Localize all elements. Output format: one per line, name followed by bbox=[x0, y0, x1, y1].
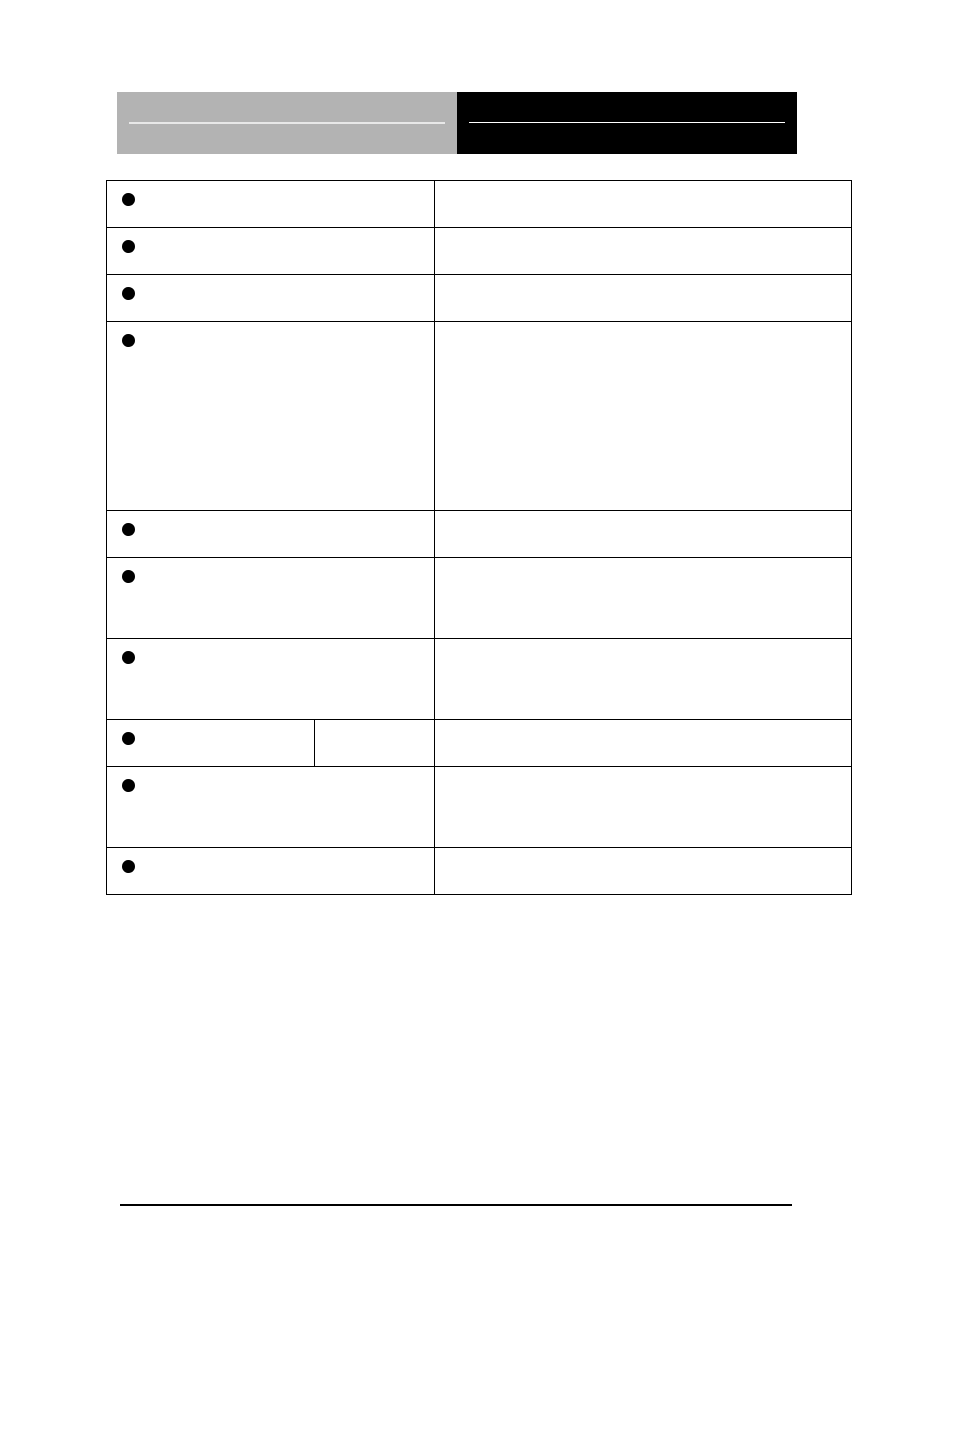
left-cell bbox=[151, 181, 435, 228]
bullet-icon bbox=[122, 523, 135, 536]
table-row bbox=[107, 848, 852, 895]
right-cell bbox=[435, 511, 852, 558]
left-cell bbox=[151, 228, 435, 275]
bullet-cell bbox=[107, 275, 151, 322]
bullet-icon bbox=[122, 779, 135, 792]
right-cell bbox=[435, 322, 852, 511]
left-cell bbox=[151, 558, 435, 639]
header-left-panel bbox=[117, 92, 457, 154]
page bbox=[0, 0, 954, 1434]
bullet-icon bbox=[122, 240, 135, 253]
bullet-icon bbox=[122, 651, 135, 664]
table-row bbox=[107, 322, 852, 511]
left-cell-a bbox=[151, 720, 315, 767]
bullet-icon bbox=[122, 860, 135, 873]
bullet-cell bbox=[107, 511, 151, 558]
left-cell bbox=[151, 322, 435, 511]
table-row bbox=[107, 558, 852, 639]
right-cell bbox=[435, 848, 852, 895]
bullet-icon bbox=[122, 193, 135, 206]
header-left-rule bbox=[129, 122, 445, 124]
bullet-cell bbox=[107, 848, 151, 895]
table-row bbox=[107, 228, 852, 275]
right-cell bbox=[435, 767, 852, 848]
table-row bbox=[107, 181, 852, 228]
right-cell bbox=[435, 558, 852, 639]
bullet-icon bbox=[122, 732, 135, 745]
bullet-cell bbox=[107, 720, 151, 767]
bullet-icon bbox=[122, 334, 135, 347]
left-cell bbox=[151, 275, 435, 322]
bullet-cell bbox=[107, 558, 151, 639]
bullet-cell bbox=[107, 181, 151, 228]
right-cell bbox=[435, 181, 852, 228]
left-cell bbox=[151, 848, 435, 895]
left-cell bbox=[151, 511, 435, 558]
table-row bbox=[107, 511, 852, 558]
right-cell bbox=[435, 720, 852, 767]
bullet-cell bbox=[107, 228, 151, 275]
table-row bbox=[107, 275, 852, 322]
header-right-rule bbox=[469, 122, 785, 123]
table-row bbox=[107, 767, 852, 848]
bullet-cell bbox=[107, 322, 151, 511]
header-right-panel bbox=[457, 92, 797, 154]
bullet-cell bbox=[107, 639, 151, 720]
page-header bbox=[117, 92, 797, 154]
left-cell bbox=[151, 639, 435, 720]
bullet-icon bbox=[122, 570, 135, 583]
bullet-icon bbox=[122, 287, 135, 300]
footer-rule bbox=[120, 1204, 792, 1206]
table-row bbox=[107, 720, 852, 767]
left-cell-b bbox=[314, 720, 434, 767]
right-cell bbox=[435, 639, 852, 720]
bullet-cell bbox=[107, 767, 151, 848]
content-table bbox=[106, 180, 852, 895]
right-cell bbox=[435, 228, 852, 275]
right-cell bbox=[435, 275, 852, 322]
table-row bbox=[107, 639, 852, 720]
left-cell bbox=[151, 767, 435, 848]
